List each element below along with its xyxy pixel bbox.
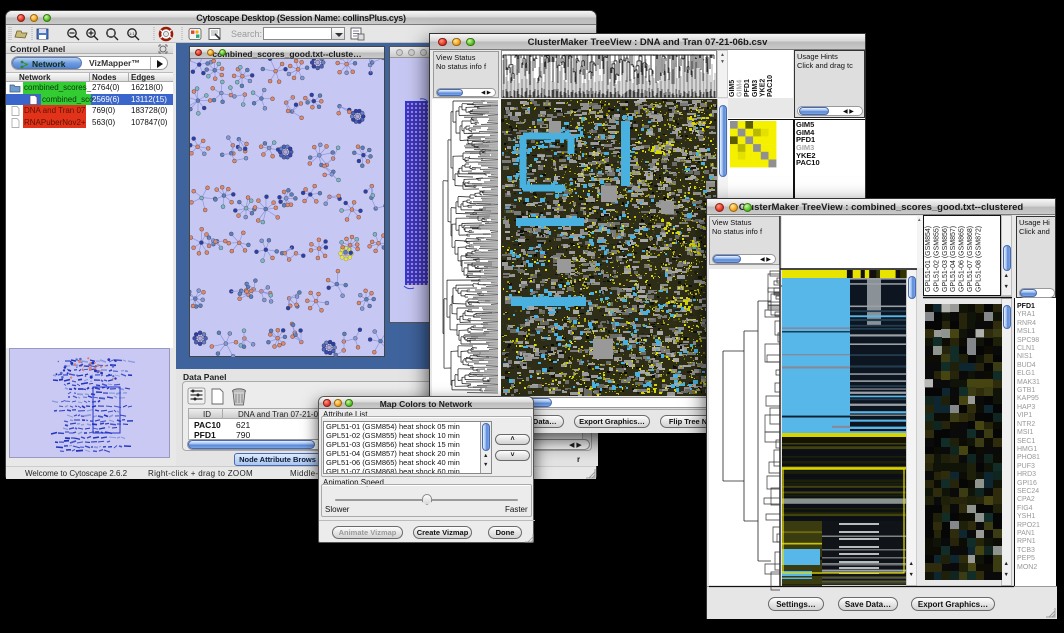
svg-text:GIM5: GIM5 — [729, 80, 736, 97]
svg-text:PAC10: PAC10 — [767, 75, 774, 97]
svg-text:YKE2: YKE2 — [759, 79, 766, 97]
svg-text:GPL51-07 (GSM868): GPL51-07 (GSM868) — [967, 226, 974, 292]
svg-text:GPL51-03 (GSM856): GPL51-03 (GSM856) — [942, 226, 949, 292]
svg-text:GIM4: GIM4 — [737, 80, 744, 97]
svg-text:PFD1: PFD1 — [744, 79, 751, 97]
svg-text:GPL51-02 (GSM855): GPL51-02 (GSM855) — [933, 226, 940, 292]
svg-text:GPL51-04 (GSM857): GPL51-04 (GSM857) — [950, 226, 957, 292]
svg-text:GIM3: GIM3 — [752, 80, 759, 97]
svg-text:GPL51-08 (GSM872): GPL51-08 (GSM872) — [975, 226, 982, 292]
svg-text:GPL51-06 (GSM865): GPL51-06 (GSM865) — [959, 226, 966, 292]
svg-text:GPL51-01 (GSM854): GPL51-01 (GSM854) — [925, 226, 932, 292]
